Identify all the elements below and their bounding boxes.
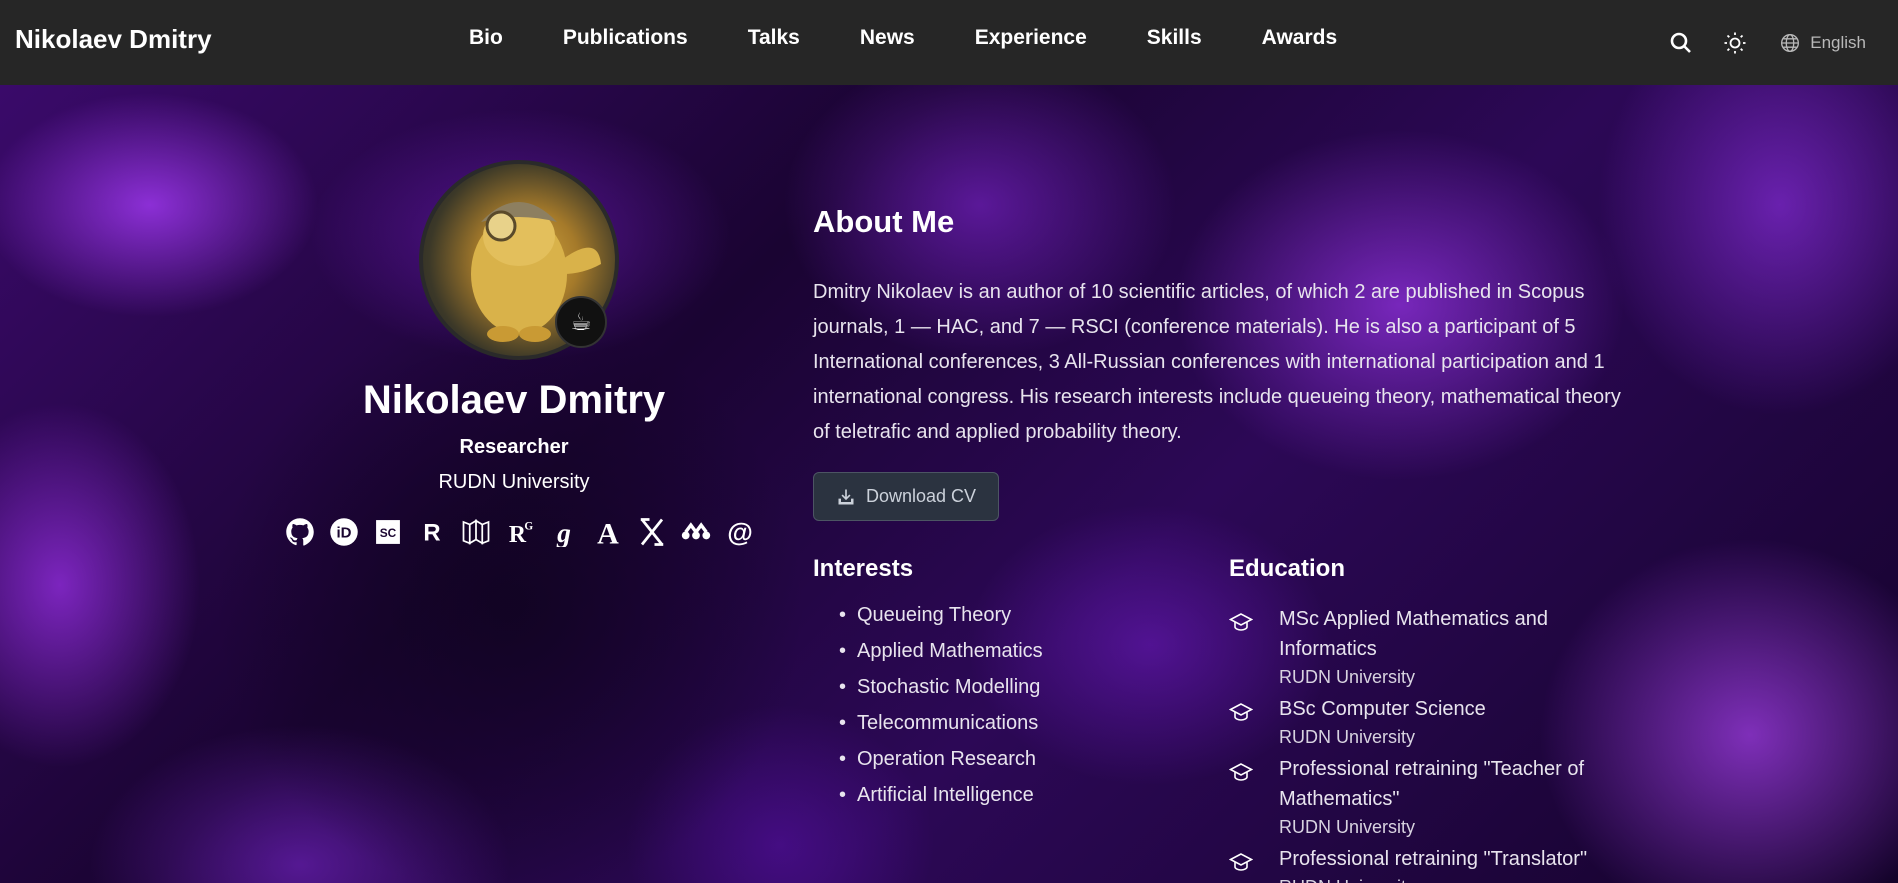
list-item: Stochastic Modelling bbox=[839, 676, 1043, 712]
github-icon[interactable] bbox=[284, 516, 316, 548]
search-icon[interactable] bbox=[1668, 30, 1694, 56]
education-degree: Professional retraining "Teacher of Math… bbox=[1279, 758, 1585, 810]
education-item: Professional retraining "Translator" RUD… bbox=[1229, 844, 1649, 883]
nav-right: English bbox=[1668, 0, 1898, 85]
language-label: English bbox=[1810, 32, 1866, 52]
graduation-cap-icon bbox=[1229, 703, 1253, 721]
education-degree: MSc Applied Mathematics and Informatics bbox=[1279, 608, 1549, 660]
site-brand[interactable]: Nikolaev Dmitry bbox=[15, 24, 212, 55]
svg-text:iD: iD bbox=[337, 525, 352, 542]
svg-text:G: G bbox=[524, 521, 533, 533]
download-cv-button[interactable]: Download CV bbox=[813, 472, 999, 521]
coffee-badge-icon: ☕ bbox=[555, 296, 607, 348]
scopus-icon[interactable]: SC bbox=[372, 516, 404, 548]
nav-awards[interactable]: Awards bbox=[1262, 26, 1337, 50]
about-text: Dmitry Nikolaev is an author of 10 scien… bbox=[813, 281, 1621, 443]
globe-icon bbox=[1781, 33, 1800, 52]
top-navbar: Nikolaev Dmitry Bio Publications Talks N… bbox=[0, 0, 1898, 85]
nav-news[interactable]: News bbox=[860, 26, 915, 50]
language-selector[interactable]: English bbox=[1780, 33, 1866, 53]
education-title: Education bbox=[1229, 555, 1346, 582]
list-item: Artificial Intelligence bbox=[839, 784, 1043, 820]
nav-skills[interactable]: Skills bbox=[1147, 26, 1202, 50]
nav-experience[interactable]: Experience bbox=[975, 26, 1087, 50]
mendeley-icon[interactable] bbox=[680, 516, 712, 548]
about-title: About Me bbox=[813, 204, 955, 239]
researcherid-icon[interactable]: R bbox=[416, 516, 448, 548]
svg-text:R: R bbox=[423, 520, 440, 545]
education-institution: RUDN University bbox=[1279, 817, 1416, 837]
list-item: Operation Research bbox=[839, 748, 1043, 784]
education-item: MSc Applied Mathematics and Informatics … bbox=[1229, 604, 1649, 690]
x-icon[interactable] bbox=[636, 516, 668, 548]
list-item: Queueing Theory bbox=[839, 604, 1043, 640]
interests-title: Interests bbox=[813, 555, 914, 582]
svg-text:@: @ bbox=[727, 517, 753, 547]
researchgate-icon[interactable]: RG bbox=[504, 516, 536, 548]
wos-icon[interactable] bbox=[460, 516, 492, 548]
academia-icon[interactable]: A bbox=[592, 516, 624, 548]
email-icon[interactable]: @ bbox=[724, 516, 756, 548]
svg-text:A: A bbox=[597, 517, 619, 547]
interests-list: Queueing Theory Applied Mathematics Stoc… bbox=[839, 604, 1043, 820]
education-item: Professional retraining "Teacher of Math… bbox=[1229, 754, 1649, 840]
education-institution: RUDN University bbox=[1279, 727, 1416, 747]
education-institution: RUDN University bbox=[1279, 667, 1416, 687]
download-cv-label: Download CV bbox=[865, 486, 977, 506]
download-icon bbox=[838, 489, 854, 504]
orcid-icon[interactable]: iD bbox=[328, 516, 360, 548]
google-scholar-icon[interactable]: g bbox=[548, 516, 580, 548]
social-links: iD SC R RG g A @ bbox=[284, 516, 756, 548]
education-institution: RUDN University bbox=[1279, 874, 1649, 883]
nav-bio[interactable]: Bio bbox=[469, 26, 503, 50]
graduation-cap-icon bbox=[1229, 853, 1253, 871]
graduation-cap-icon bbox=[1229, 613, 1253, 631]
sun-icon[interactable] bbox=[1722, 30, 1748, 56]
education-degree: Professional retraining "Translator" bbox=[1279, 848, 1588, 870]
svg-text:g: g bbox=[556, 517, 571, 547]
nav-links: Bio Publications Talks News Experience S… bbox=[469, 26, 1397, 50]
graduation-cap-icon bbox=[1229, 763, 1253, 781]
nav-talks[interactable]: Talks bbox=[748, 26, 800, 50]
avatar-container: ☕ bbox=[419, 160, 619, 360]
education-list: MSc Applied Mathematics and Informatics … bbox=[1229, 604, 1649, 883]
list-item: Telecommunications bbox=[839, 712, 1043, 748]
svg-text:SC: SC bbox=[380, 526, 397, 540]
education-degree: BSc Computer Science bbox=[1279, 698, 1486, 720]
list-item: Applied Mathematics bbox=[839, 640, 1043, 676]
education-item: BSc Computer Science RUDN University bbox=[1229, 694, 1649, 750]
nav-publications[interactable]: Publications bbox=[563, 26, 688, 50]
